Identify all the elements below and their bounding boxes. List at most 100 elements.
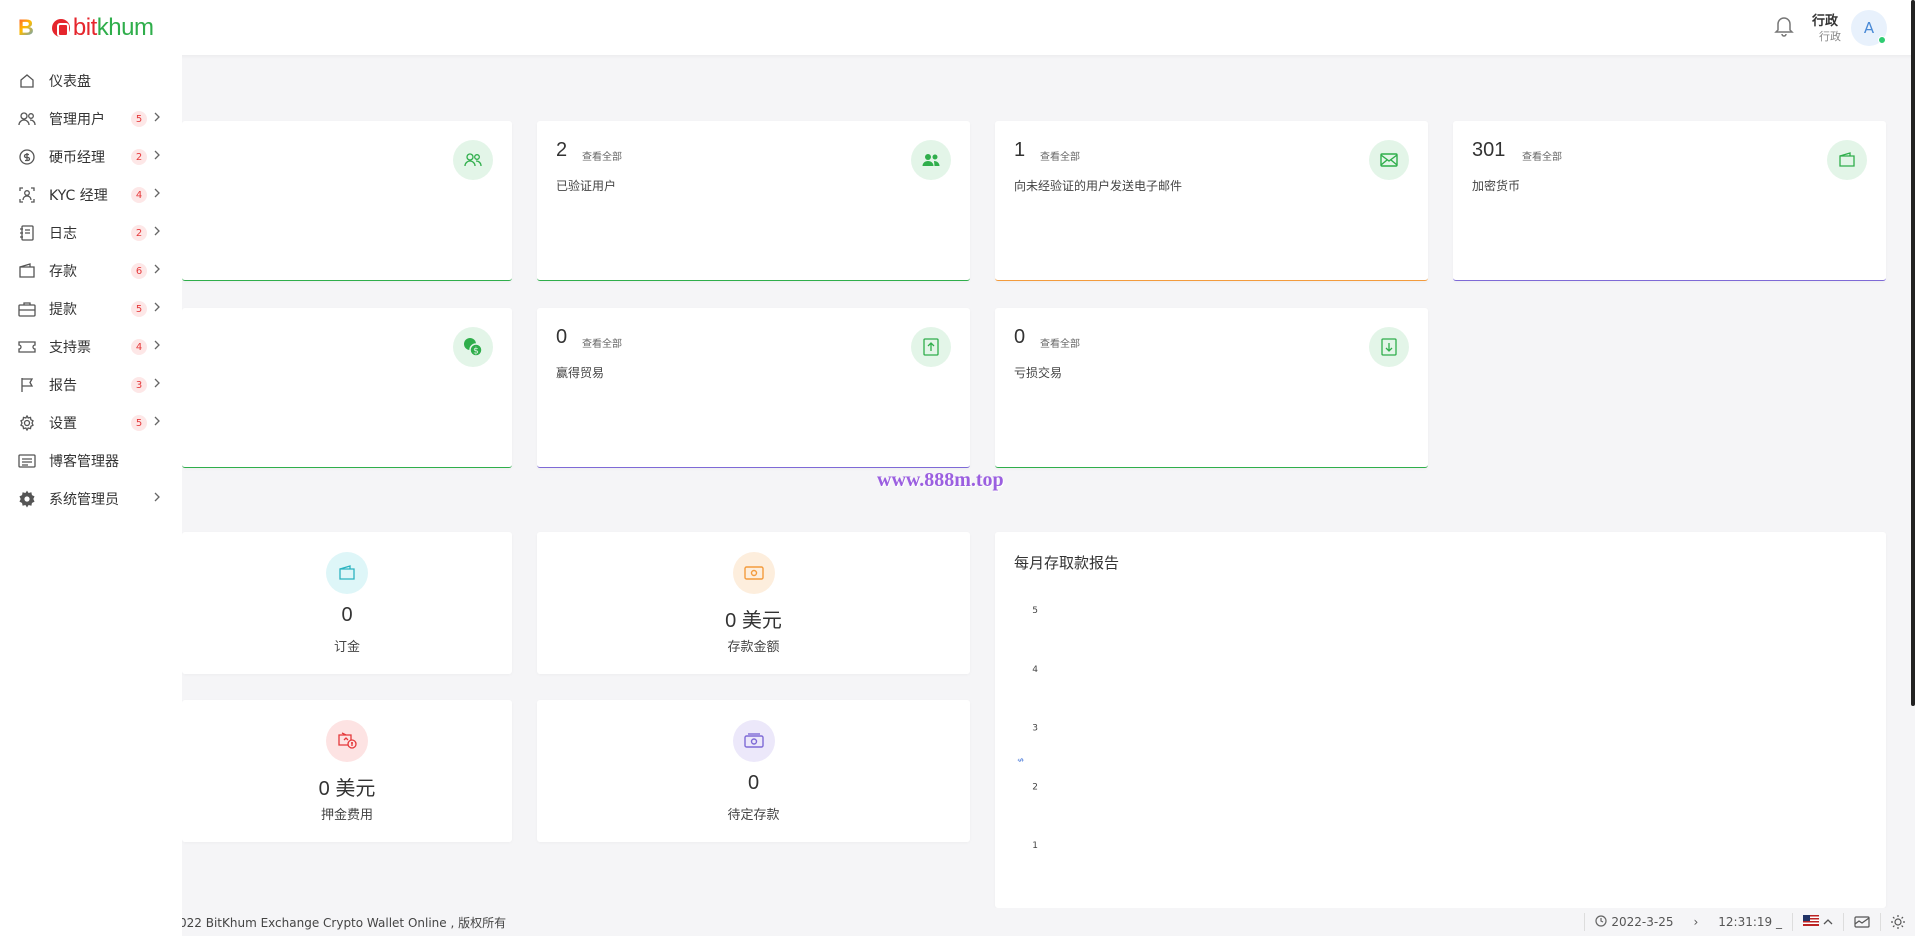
monthly-report-card: 每月存取款报告 5 4 3 2 1 $ (995, 532, 1886, 908)
sidebar-item-5[interactable]: 存款 6 (0, 252, 182, 290)
stat-value: 301 (1472, 139, 1506, 161)
sidebar-item-label: 硬币经理 (49, 150, 105, 166)
coins-icon: $ (453, 327, 493, 367)
summary-label: 押金费用 (320, 808, 373, 823)
summary-card-deposit: 0 订金 (182, 532, 512, 674)
y-tick-label: 3 (1032, 724, 1038, 734)
sidebar-item-label: 设置 (49, 416, 77, 432)
stat-value: 0 (556, 326, 568, 348)
date-display[interactable]: 2022-3-25 (1585, 908, 1683, 936)
sidebar-item-4[interactable]: 日志 2 (0, 214, 182, 252)
stat-card-coins[interactable]: $ (182, 308, 512, 468)
gear-icon (18, 414, 36, 432)
sidebar-item-7[interactable]: 支持票 4 (0, 328, 182, 366)
coin-icon (18, 148, 36, 166)
pending-icon (732, 720, 775, 762)
bell-icon[interactable] (1774, 15, 1794, 37)
chevron-right-icon[interactable]: › (1683, 908, 1708, 936)
sidebar-item-0[interactable]: 仪表盘 (0, 62, 182, 100)
withdraw-icon (18, 300, 36, 318)
clock-icon (1595, 914, 1607, 930)
wallet-icon (1827, 140, 1867, 180)
sidebar-item-9[interactable]: 设置 5 (0, 404, 182, 442)
language-selector[interactable] (1793, 908, 1843, 936)
sidebar-item-3[interactable]: KYC 经理 4 (0, 176, 182, 214)
y-tick-label: 4 (1032, 665, 1038, 675)
sidebar-item-11[interactable]: 系统管理员 (0, 480, 182, 518)
view-all-link[interactable]: 查看全部 (1522, 148, 1562, 163)
chevron-right-icon (153, 491, 161, 505)
svg-text:$: $ (473, 347, 479, 357)
verified-users-icon (911, 140, 951, 180)
taskbar-status: 2022-3-25 › 12:31:19 _ (1584, 908, 1915, 936)
monthly-report-chart: 5 4 3 2 1 $ (1017, 606, 1038, 851)
home-icon (18, 72, 36, 90)
stat-label: 赢得贸易 (556, 366, 605, 380)
sidebar-item-2[interactable]: 硬币经理 2 (0, 138, 182, 176)
summary-value: 0 (747, 772, 760, 794)
stat-card-cryptocurrency[interactable]: 301 查看全部 加密货币 (1453, 121, 1886, 281)
view-all-link[interactable]: 查看全部 (1040, 148, 1080, 163)
sidebar-item-label: 报告 (49, 378, 77, 394)
stat-value: 2 (556, 139, 568, 161)
us-flag-icon (1803, 915, 1819, 929)
window-icon[interactable] (1844, 908, 1880, 936)
stat-card-winning-trades[interactable]: 0 查看全部赢得贸易 (537, 308, 970, 468)
user-role: 行政 (1819, 30, 1841, 43)
stat-value: 0 (1014, 326, 1026, 348)
date-text: 2022-3-25 (1611, 915, 1674, 929)
kyc-icon (18, 186, 36, 204)
stat-card-users[interactable] (182, 121, 512, 281)
summary-card-pending-deposit: 0 待定存款 (537, 700, 970, 842)
y-axis-label: $ (1017, 758, 1025, 762)
summary-value: 0 美元 (725, 610, 782, 632)
cash-icon (732, 552, 775, 594)
trade-down-icon (1369, 327, 1409, 367)
trade-up-icon (911, 327, 951, 367)
brand-logo: bitkhum (51, 14, 154, 42)
sidebar-item-1[interactable]: 管理用户 5 (0, 100, 182, 138)
page-scrollbar[interactable] (1911, 0, 1915, 706)
view-all-link[interactable]: 查看全部 (582, 335, 622, 350)
count-badge: 2 (131, 225, 147, 241)
stat-card-losing-trades[interactable]: 0 查看全部亏损交易 (995, 308, 1428, 468)
wallet-icon (18, 262, 36, 280)
count-badge: 4 (131, 339, 147, 355)
brand-mark-icon (51, 19, 70, 37)
summary-label: 订金 (333, 640, 360, 655)
summary-card-deposit-fee: 0 美元押金费用 (182, 700, 512, 842)
chevron-right-icon (153, 377, 161, 391)
y-tick-label: 2 (1032, 782, 1038, 792)
fee-icon (326, 720, 368, 762)
user-name[interactable]: 行政 (1812, 10, 1838, 29)
count-badge: 5 (131, 301, 147, 317)
stat-card-unverified-email[interactable]: 1 查看全部向未经验证的用户发送电子邮件 (995, 121, 1428, 281)
view-all-link[interactable]: 查看全部 (582, 148, 622, 163)
cog-solid-icon (18, 490, 36, 508)
flag-icon (18, 376, 36, 394)
summary-label: 存款金额 (727, 640, 780, 655)
chevron-right-icon (153, 187, 161, 201)
logo[interactable]: B bitkhum (0, 0, 182, 56)
sidebar-item-label: KYC 经理 (49, 188, 108, 204)
chevron-right-icon (153, 111, 161, 125)
view-all-link[interactable]: 查看全部 (1040, 335, 1080, 350)
summary-value: 0 美元 (318, 778, 376, 800)
users-icon (453, 140, 493, 180)
top-header: 行政 行政 A (0, 0, 1915, 55)
stat-label: 亏损交易 (1014, 366, 1063, 380)
copyright-text: 022 BitKhum Exchange Crypto Wallet Onlin… (179, 916, 507, 930)
watermark-text: www.888m.top (877, 469, 1004, 491)
users-icon (18, 110, 36, 128)
y-tick-label: 1 (1032, 841, 1038, 851)
chevron-right-icon (153, 339, 161, 353)
stat-value: 1 (1014, 139, 1026, 161)
brightness-icon[interactable] (1881, 908, 1915, 936)
sidebar-item-10[interactable]: 博客管理器 (0, 442, 182, 480)
sidebar-item-8[interactable]: 报告 3 (0, 366, 182, 404)
stat-card-verified-users[interactable]: 2 查看全部 已验证用户 (537, 121, 970, 281)
count-badge: 5 (131, 415, 147, 431)
sidebar-item-6[interactable]: 提款 5 (0, 290, 182, 328)
footer: 022 BitKhum Exchange Crypto Wallet Onlin… (179, 908, 1915, 936)
stat-label: 向未经验证的用户发送电子邮件 (1014, 179, 1183, 193)
